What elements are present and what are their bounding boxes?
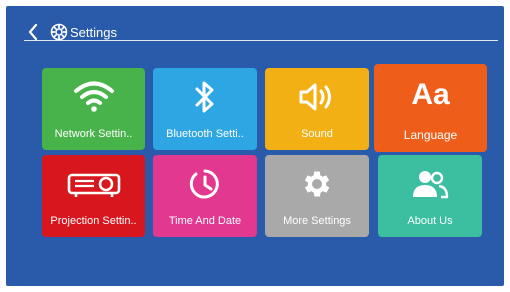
tile-sound[interactable]: Sound [265,68,369,150]
tile-label: Network Settin.. [54,128,133,140]
tile-label: About Us [407,215,453,227]
gear-icon [265,167,369,201]
tile-projection-settings[interactable]: Projection Settin.. [42,155,145,237]
tile-language[interactable]: Aa Language [374,64,487,152]
header-bar: Settings [24,18,502,46]
tile-label: Projection Settin.. [50,215,137,227]
page-title: Settings [70,24,117,40]
gear-icon [50,23,68,41]
tile-time-and-date[interactable]: Time And Date [153,155,257,237]
settings-screen: Settings Network Settin.. Bluetooth Sett… [6,6,504,286]
chevron-left-icon [28,24,38,40]
bluetooth-icon [153,80,257,114]
wifi-icon [42,80,145,112]
clock-icon [153,167,257,201]
tile-more-settings[interactable]: More Settings [265,155,369,237]
tile-about-us[interactable]: About Us [378,155,482,237]
tile-bluetooth-settings[interactable]: Bluetooth Setti.. [153,68,257,150]
users-icon [378,167,482,201]
header-divider [24,40,498,41]
tile-label: More Settings [283,215,351,227]
tile-label: Language [403,128,458,142]
projector-icon [42,169,145,199]
tile-network-settings[interactable]: Network Settin.. [42,68,145,150]
speaker-icon [265,82,369,112]
tile-label: Time And Date [168,215,242,227]
tile-label: Bluetooth Setti.. [166,128,244,140]
tile-label: Sound [301,128,333,140]
language-aa-icon: Aa [411,78,450,111]
